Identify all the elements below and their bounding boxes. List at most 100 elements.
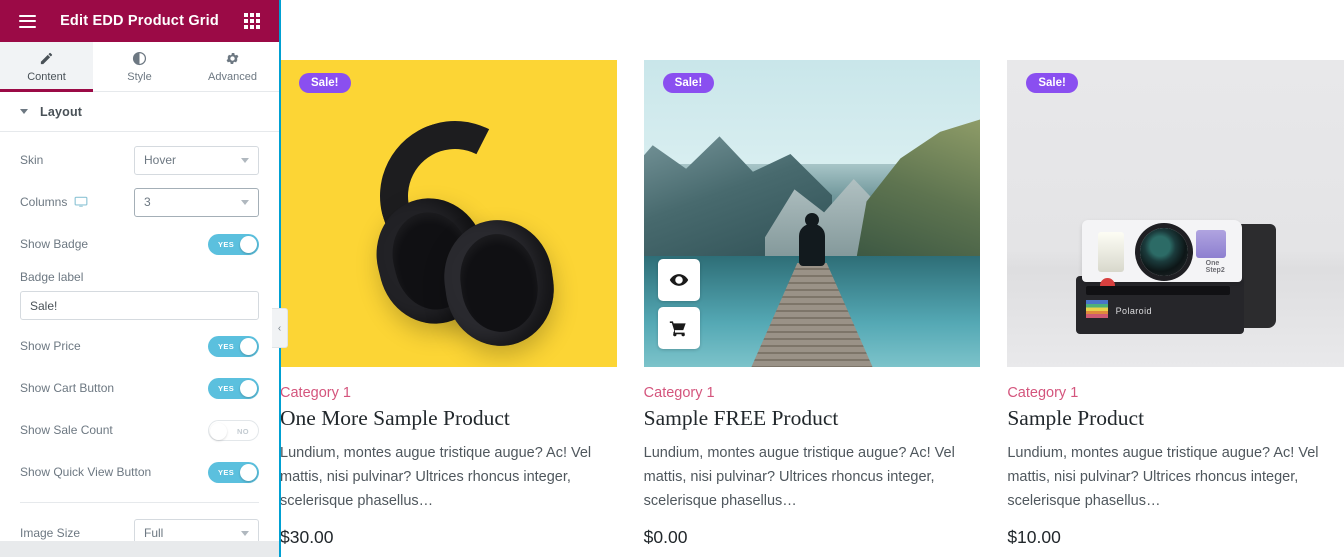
camera-body: One Step2 Polaroid xyxy=(1075,219,1276,340)
control-skin: Skin Hover xyxy=(20,144,259,176)
badge-label-label: Badge label xyxy=(20,270,84,284)
hamburger-icon xyxy=(18,14,36,28)
menu-button[interactable] xyxy=(10,0,44,42)
show-cart-button-toggle-state: YES xyxy=(218,383,235,393)
product-title[interactable]: One More Sample Product xyxy=(280,406,617,431)
product-category[interactable]: Category 1 xyxy=(280,385,617,401)
control-divider xyxy=(20,502,259,503)
product-image[interactable]: Sale! xyxy=(643,60,981,367)
show-price-toggle[interactable]: YES xyxy=(208,335,259,357)
columns-select[interactable]: 3 xyxy=(134,187,259,217)
sale-badge: Sale! xyxy=(662,73,715,93)
quick-view-button[interactable] xyxy=(657,259,700,301)
chevron-down-icon xyxy=(20,109,28,114)
product-image[interactable]: One Step2 Polaroid Sale! xyxy=(1007,60,1344,367)
desktop-monitor-icon[interactable] xyxy=(74,195,88,209)
badge-label-input[interactable] xyxy=(20,291,259,320)
contrast-circle-icon xyxy=(132,51,147,65)
toggle-knob xyxy=(240,379,257,397)
control-show-cart-button: Show Cart Button YES xyxy=(20,372,259,404)
control-image-size-label: Image Size xyxy=(20,526,81,540)
panel-header: Edit EDD Product Grid xyxy=(0,0,279,42)
product-title[interactable]: Sample FREE Product xyxy=(644,406,981,431)
camera-film-slot xyxy=(1085,285,1230,295)
pencil-icon xyxy=(40,52,53,64)
panel-collapse-button[interactable]: ‹ xyxy=(272,308,288,348)
product-title[interactable]: Sample Product xyxy=(1007,406,1344,431)
toggle-knob xyxy=(240,337,257,355)
skin-select[interactable]: Hover xyxy=(134,145,259,175)
product-card[interactable]: Sale! Category 1 Sample FREE Product Lun… xyxy=(643,60,981,548)
product-category[interactable]: Category 1 xyxy=(644,385,981,401)
show-price-toggle-state: YES xyxy=(218,341,235,351)
show-quick-view-button-toggle[interactable]: YES xyxy=(208,461,259,483)
show-sale-count-toggle[interactable]: NO xyxy=(208,419,259,441)
editor-boundary-line xyxy=(279,0,281,557)
product-body: Category 1 Sample FREE Product Lundium, … xyxy=(644,367,981,548)
product-price: $10.00 xyxy=(1007,527,1061,548)
product-description: Lundium, montes augue tristique augue? A… xyxy=(280,444,592,509)
product-price: $30.00 xyxy=(280,527,334,548)
yellow-headphones-photo xyxy=(280,60,617,367)
tab-content[interactable]: Content xyxy=(0,42,93,92)
preview-canvas: Sale! Category 1 One More Sample Product… xyxy=(280,0,1344,557)
control-columns: Columns 3 xyxy=(20,186,259,218)
image-size-select-value: Full xyxy=(144,526,164,540)
sale-badge: Sale! xyxy=(1026,73,1078,93)
product-description: Lundium, montes augue tristique augue? A… xyxy=(643,444,955,509)
toggle-knob xyxy=(210,422,227,440)
eye-icon xyxy=(669,274,688,286)
product-card[interactable]: One Step2 Polaroid Sale! Category 1 Sampl… xyxy=(1007,60,1344,548)
control-show-sale-count: Show Sale Count NO xyxy=(20,414,259,446)
camera-onestep-label: One Step2 xyxy=(1205,259,1225,274)
control-show-cart-button-label: Show Cart Button xyxy=(20,381,115,395)
control-badge-label: Badge label xyxy=(20,270,259,320)
panel-tabs: Content Style Advanced xyxy=(0,42,279,92)
show-badge-toggle[interactable]: YES xyxy=(208,233,259,255)
control-show-quick-view-button: Show Quick View Button YES xyxy=(20,456,259,488)
control-show-price-label: Show Price xyxy=(20,339,81,353)
product-body: Category 1 One More Sample Product Lundi… xyxy=(280,367,617,548)
section-layout-header[interactable]: Layout xyxy=(0,92,279,132)
chevron-down-icon xyxy=(241,200,249,205)
tab-advanced-label: Advanced xyxy=(208,70,257,83)
show-cart-button-toggle[interactable]: YES xyxy=(208,377,259,399)
camera-lens xyxy=(1139,227,1188,276)
show-badge-toggle-state: YES xyxy=(218,239,235,249)
camera-front: One Step2 xyxy=(1081,219,1242,293)
polaroid-camera-photo: One Step2 Polaroid xyxy=(1007,60,1344,367)
elementor-editor: Edit EDD Product Grid Content Style Adva… xyxy=(0,0,1344,557)
product-image[interactable]: Sale! xyxy=(280,60,617,367)
product-card[interactable]: Sale! Category 1 One More Sample Product… xyxy=(280,60,617,548)
control-show-sale-count-label: Show Sale Count xyxy=(20,423,113,437)
image-size-select[interactable]: Full xyxy=(134,518,259,541)
tab-content-label: Content xyxy=(27,70,66,83)
product-category[interactable]: Category 1 xyxy=(1007,385,1344,401)
chevron-down-icon xyxy=(241,531,249,536)
seated-person xyxy=(798,223,825,266)
skin-select-value: Hover xyxy=(144,153,177,167)
section-layout-title: Layout xyxy=(40,104,83,119)
columns-select-value: 3 xyxy=(144,195,151,209)
camera-flash xyxy=(1097,231,1124,272)
tab-advanced[interactable]: Advanced xyxy=(186,42,279,91)
chevron-down-icon xyxy=(241,158,249,163)
chevron-left-icon: ‹ xyxy=(277,322,282,334)
camera-purple-panel xyxy=(1195,229,1226,258)
control-show-price: Show Price YES xyxy=(20,330,259,362)
widgets-panel-button[interactable] xyxy=(235,0,269,42)
control-columns-label: Columns xyxy=(20,195,134,209)
control-show-badge-label: Show Badge xyxy=(20,237,89,251)
control-skin-label: Skin xyxy=(20,153,44,167)
toggle-knob xyxy=(240,463,257,481)
tab-style[interactable]: Style xyxy=(93,42,186,91)
sale-badge: Sale! xyxy=(299,73,351,93)
product-body: Category 1 Sample Product Lundium, monte… xyxy=(1007,367,1344,548)
toggle-knob xyxy=(240,235,257,253)
polaroid-rainbow-stripe xyxy=(1085,299,1108,318)
add-to-cart-button[interactable] xyxy=(657,307,700,349)
page-title: Edit EDD Product Grid xyxy=(60,13,219,29)
polaroid-brand-label: Polaroid xyxy=(1115,305,1152,316)
product-description: Lundium, montes augue tristique augue? A… xyxy=(1007,444,1319,509)
panel-footer xyxy=(0,541,279,557)
